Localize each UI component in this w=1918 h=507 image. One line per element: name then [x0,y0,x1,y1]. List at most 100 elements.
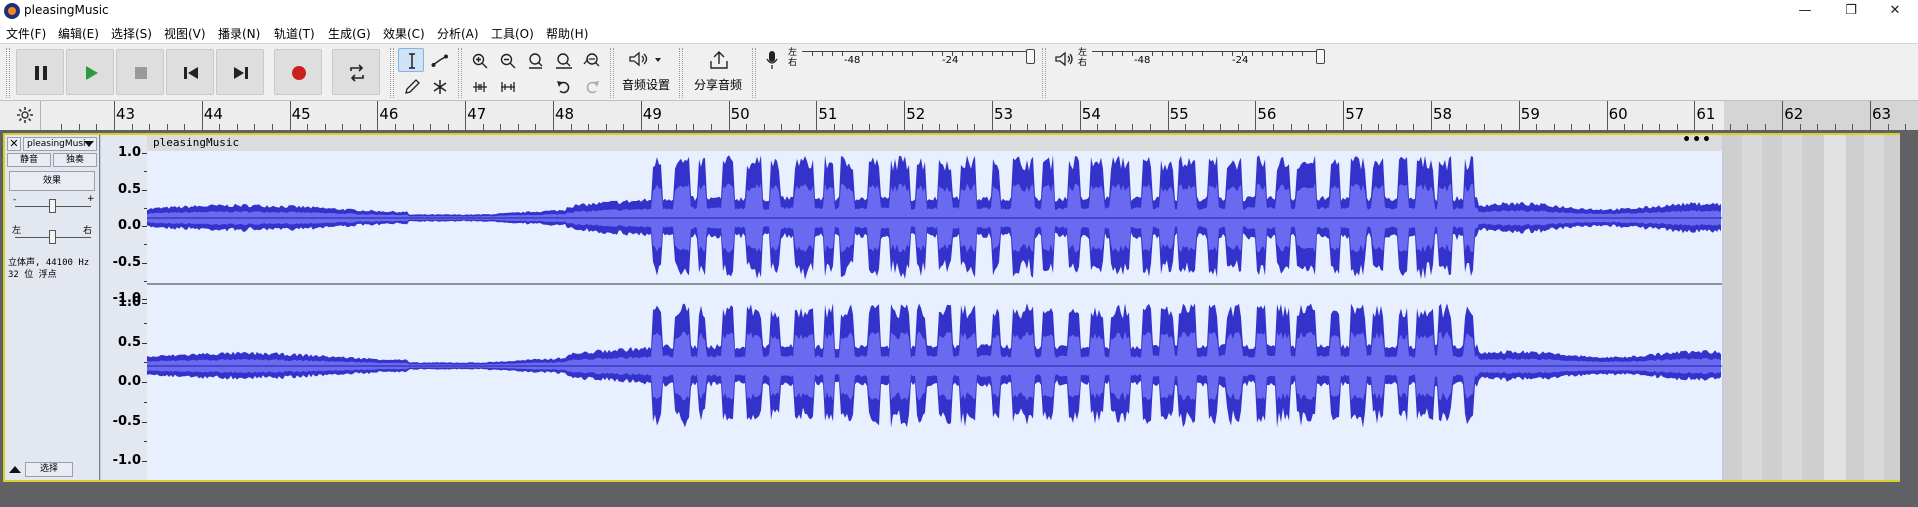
ruler-major-tick [816,101,818,130]
timeline-ruler[interactable]: 43 44 45 46 47 48 49 50 51 52 53 54 55 56 57 58 59 60 61 62… [0,100,1918,131]
zoom-in-button[interactable] [466,48,492,72]
trim-audio-button[interactable] [466,74,492,98]
multi-tool[interactable] [426,74,452,98]
audio-setup-button[interactable]: 音频设置 [618,46,674,98]
gain-slider-handle[interactable] [49,199,56,213]
ruler-major-tick [728,101,730,130]
undo-icon [557,81,570,94]
menu-view[interactable]: 视图(V) [164,25,206,42]
fit-project-button[interactable] [550,48,576,72]
audio-setup-label: 音频设置 [622,78,671,92]
recording-meter[interactable]: 左 右 -48 -24 [788,48,1036,70]
menu-help[interactable]: 帮助(H) [546,25,588,42]
play-button[interactable] [66,49,114,95]
clip-menu-button[interactable]: ••• [1682,132,1712,148]
menu-tracks[interactable]: 轨道(T) [274,25,315,42]
pause-button[interactable] [16,49,64,95]
envelope-tool[interactable] [426,48,452,72]
silence-audio-button[interactable] [494,74,520,98]
amplitude-ruler[interactable]: 1.0 0.5 0.0 -0.5 -1.0 1.0 0.5 0.0 -0.5 -1.0 [101,135,147,480]
mute-button[interactable]: 静音 [7,153,51,167]
toolbar-grip[interactable] [390,48,394,98]
toolbar-grip[interactable] [679,48,683,98]
menu-generate[interactable]: 生成(G) [328,25,371,42]
meter-tick-label: -24 [1232,55,1249,66]
chevron-down-icon [84,141,94,147]
skip-to-end-button[interactable] [216,49,264,95]
undo-button[interactable] [550,74,576,98]
record-icon [292,66,306,80]
ruler-major-tick [465,101,467,130]
ruler-major-tick [992,101,993,130]
ruler-label: 59 [1520,105,1540,123]
meter-left-label: 左 [788,48,798,58]
close-button[interactable]: ✕ [1872,0,1918,23]
meter-slider-handle[interactable] [1316,49,1325,64]
loop-button[interactable] [332,49,380,95]
minimize-button[interactable]: — [1782,0,1828,23]
fit-selection-button[interactable] [522,48,548,72]
toolbar-grip[interactable] [458,48,462,98]
audio-clip[interactable]: pleasingMusic ••• [147,132,1722,480]
maximize-button[interactable]: ❐ [1828,0,1874,23]
play-icon [86,66,98,80]
toolbar-grip[interactable] [6,48,10,98]
ruler-major-tick [1343,101,1345,130]
toolbar-grip[interactable] [752,48,756,98]
pause-icon [35,66,47,80]
track-name-menu[interactable]: pleasingMusi [23,137,97,151]
effects-button[interactable]: 效果 [9,171,95,191]
zoom-toggle-icon [583,53,600,67]
ruler-major-tick [201,101,203,130]
meter-slider-handle[interactable] [1026,49,1035,64]
draw-tool[interactable] [398,74,424,98]
selection-tool[interactable] [398,48,424,72]
record-button[interactable] [274,49,322,95]
close-track-button[interactable]: ✕ [7,137,21,151]
gain-minus-label: - [13,195,17,205]
waveform[interactable] [147,151,1722,480]
share-upload-icon [710,51,728,69]
clip-header[interactable]: pleasingMusic ••• [147,132,1722,151]
title-bar: pleasingMusic — ❐ ✕ [0,0,1918,23]
collapse-track-icon[interactable] [9,464,21,474]
zoom-out-button[interactable] [494,48,520,72]
track-empty-area[interactable] [1724,135,1900,480]
pan-left-label: 左 [12,226,22,236]
pan-slider-handle[interactable] [49,230,56,244]
menu-analyze[interactable]: 分析(A) [437,25,479,42]
track-name: pleasingMusi [27,139,86,149]
solo-button[interactable]: 独奏 [53,153,97,167]
select-track-button[interactable]: 选择 [25,462,73,477]
stop-button[interactable] [116,49,164,95]
menu-tools[interactable]: 工具(O) [491,25,534,42]
share-audio-button[interactable]: 分享音频 [688,46,748,98]
zoom-selection-icon [529,53,543,69]
gear-icon[interactable] [16,106,34,124]
microphone-icon[interactable] [764,50,780,70]
amplitude-label: 1.0 [117,295,141,310]
redo-button[interactable] [578,74,604,98]
menu-file[interactable]: 文件(F) [6,25,46,42]
playback-meter[interactable]: 左 右 -48 -24 [1078,48,1326,70]
pan-right-label: 右 [83,226,93,236]
toolbar-grip[interactable] [610,48,614,98]
toolbar-grip[interactable] [1042,48,1046,98]
ruler-label: 49 [642,105,662,123]
skip-to-start-button[interactable] [166,49,214,95]
menu-edit[interactable]: 编辑(E) [58,25,99,42]
zoom-fit-icon [556,53,572,69]
clip-name: pleasingMusic [153,136,240,149]
ruler-label: 45 [291,105,311,123]
ruler-major-tick [553,101,554,130]
track-area-bottom [0,485,1918,507]
ruler-label: 55 [1169,105,1189,123]
track-control-panel[interactable]: ✕ pleasingMusi 静音 独奏 效果 - + 左 右 立体声, 441… [5,135,100,480]
menu-record[interactable]: 播录(N) [218,25,260,42]
track-format-bits: 32 位 浮点 [8,270,57,280]
menu-select[interactable]: 选择(S) [111,25,152,42]
menu-effect[interactable]: 效果(C) [383,25,425,42]
speaker-icon[interactable] [1054,50,1074,70]
trim-icon [473,82,487,92]
zoom-toggle-button[interactable] [578,48,604,72]
